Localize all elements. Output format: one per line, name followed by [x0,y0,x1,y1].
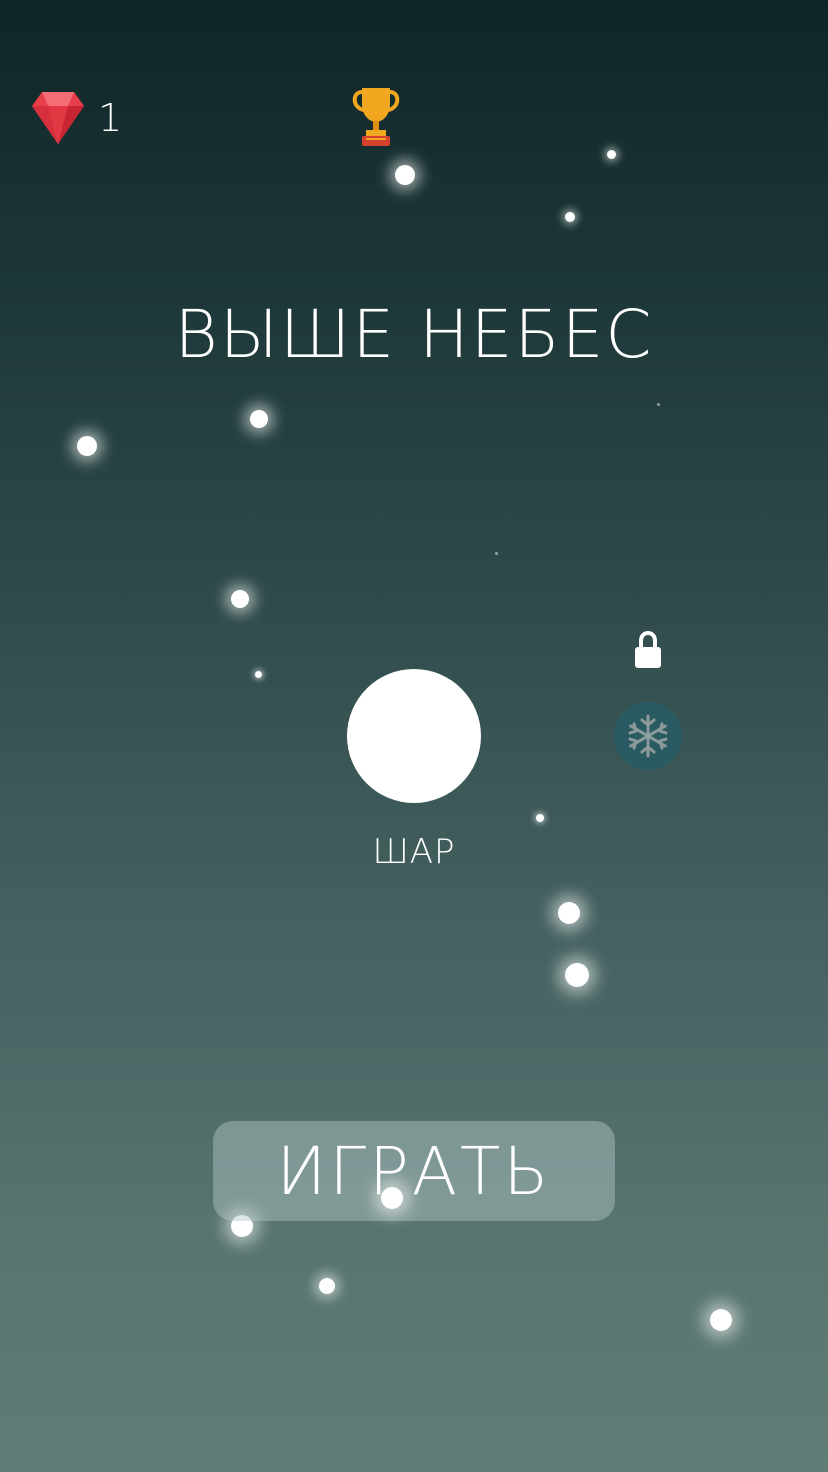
ruby-gem-icon [32,92,84,144]
particle [250,410,268,428]
particle [565,963,589,987]
particle [565,212,575,222]
play-button[interactable]: ИГРАТЬ [213,1121,615,1221]
gem-count: 1 [98,96,123,140]
play-button-label: ИГРАТЬ [276,1132,552,1210]
particle [607,150,616,159]
particle [381,1187,403,1209]
trophy-icon[interactable] [348,84,404,148]
snowflake-icon [628,714,668,758]
particle [255,671,262,678]
ball-skin-selected[interactable] [347,669,481,803]
particle [495,552,498,555]
locked-skin-snowflake-button[interactable] [614,702,682,770]
particle [319,1278,335,1294]
particle [657,403,660,406]
lock-icon [635,630,661,668]
skin-name-label: ШАР [372,832,456,872]
game-title: ВЫШЕ НЕБЕС [174,296,654,373]
particle [77,436,97,456]
particle [231,590,249,608]
particle [710,1309,732,1331]
particle [395,165,415,185]
particle [536,814,544,822]
particle [558,902,580,924]
